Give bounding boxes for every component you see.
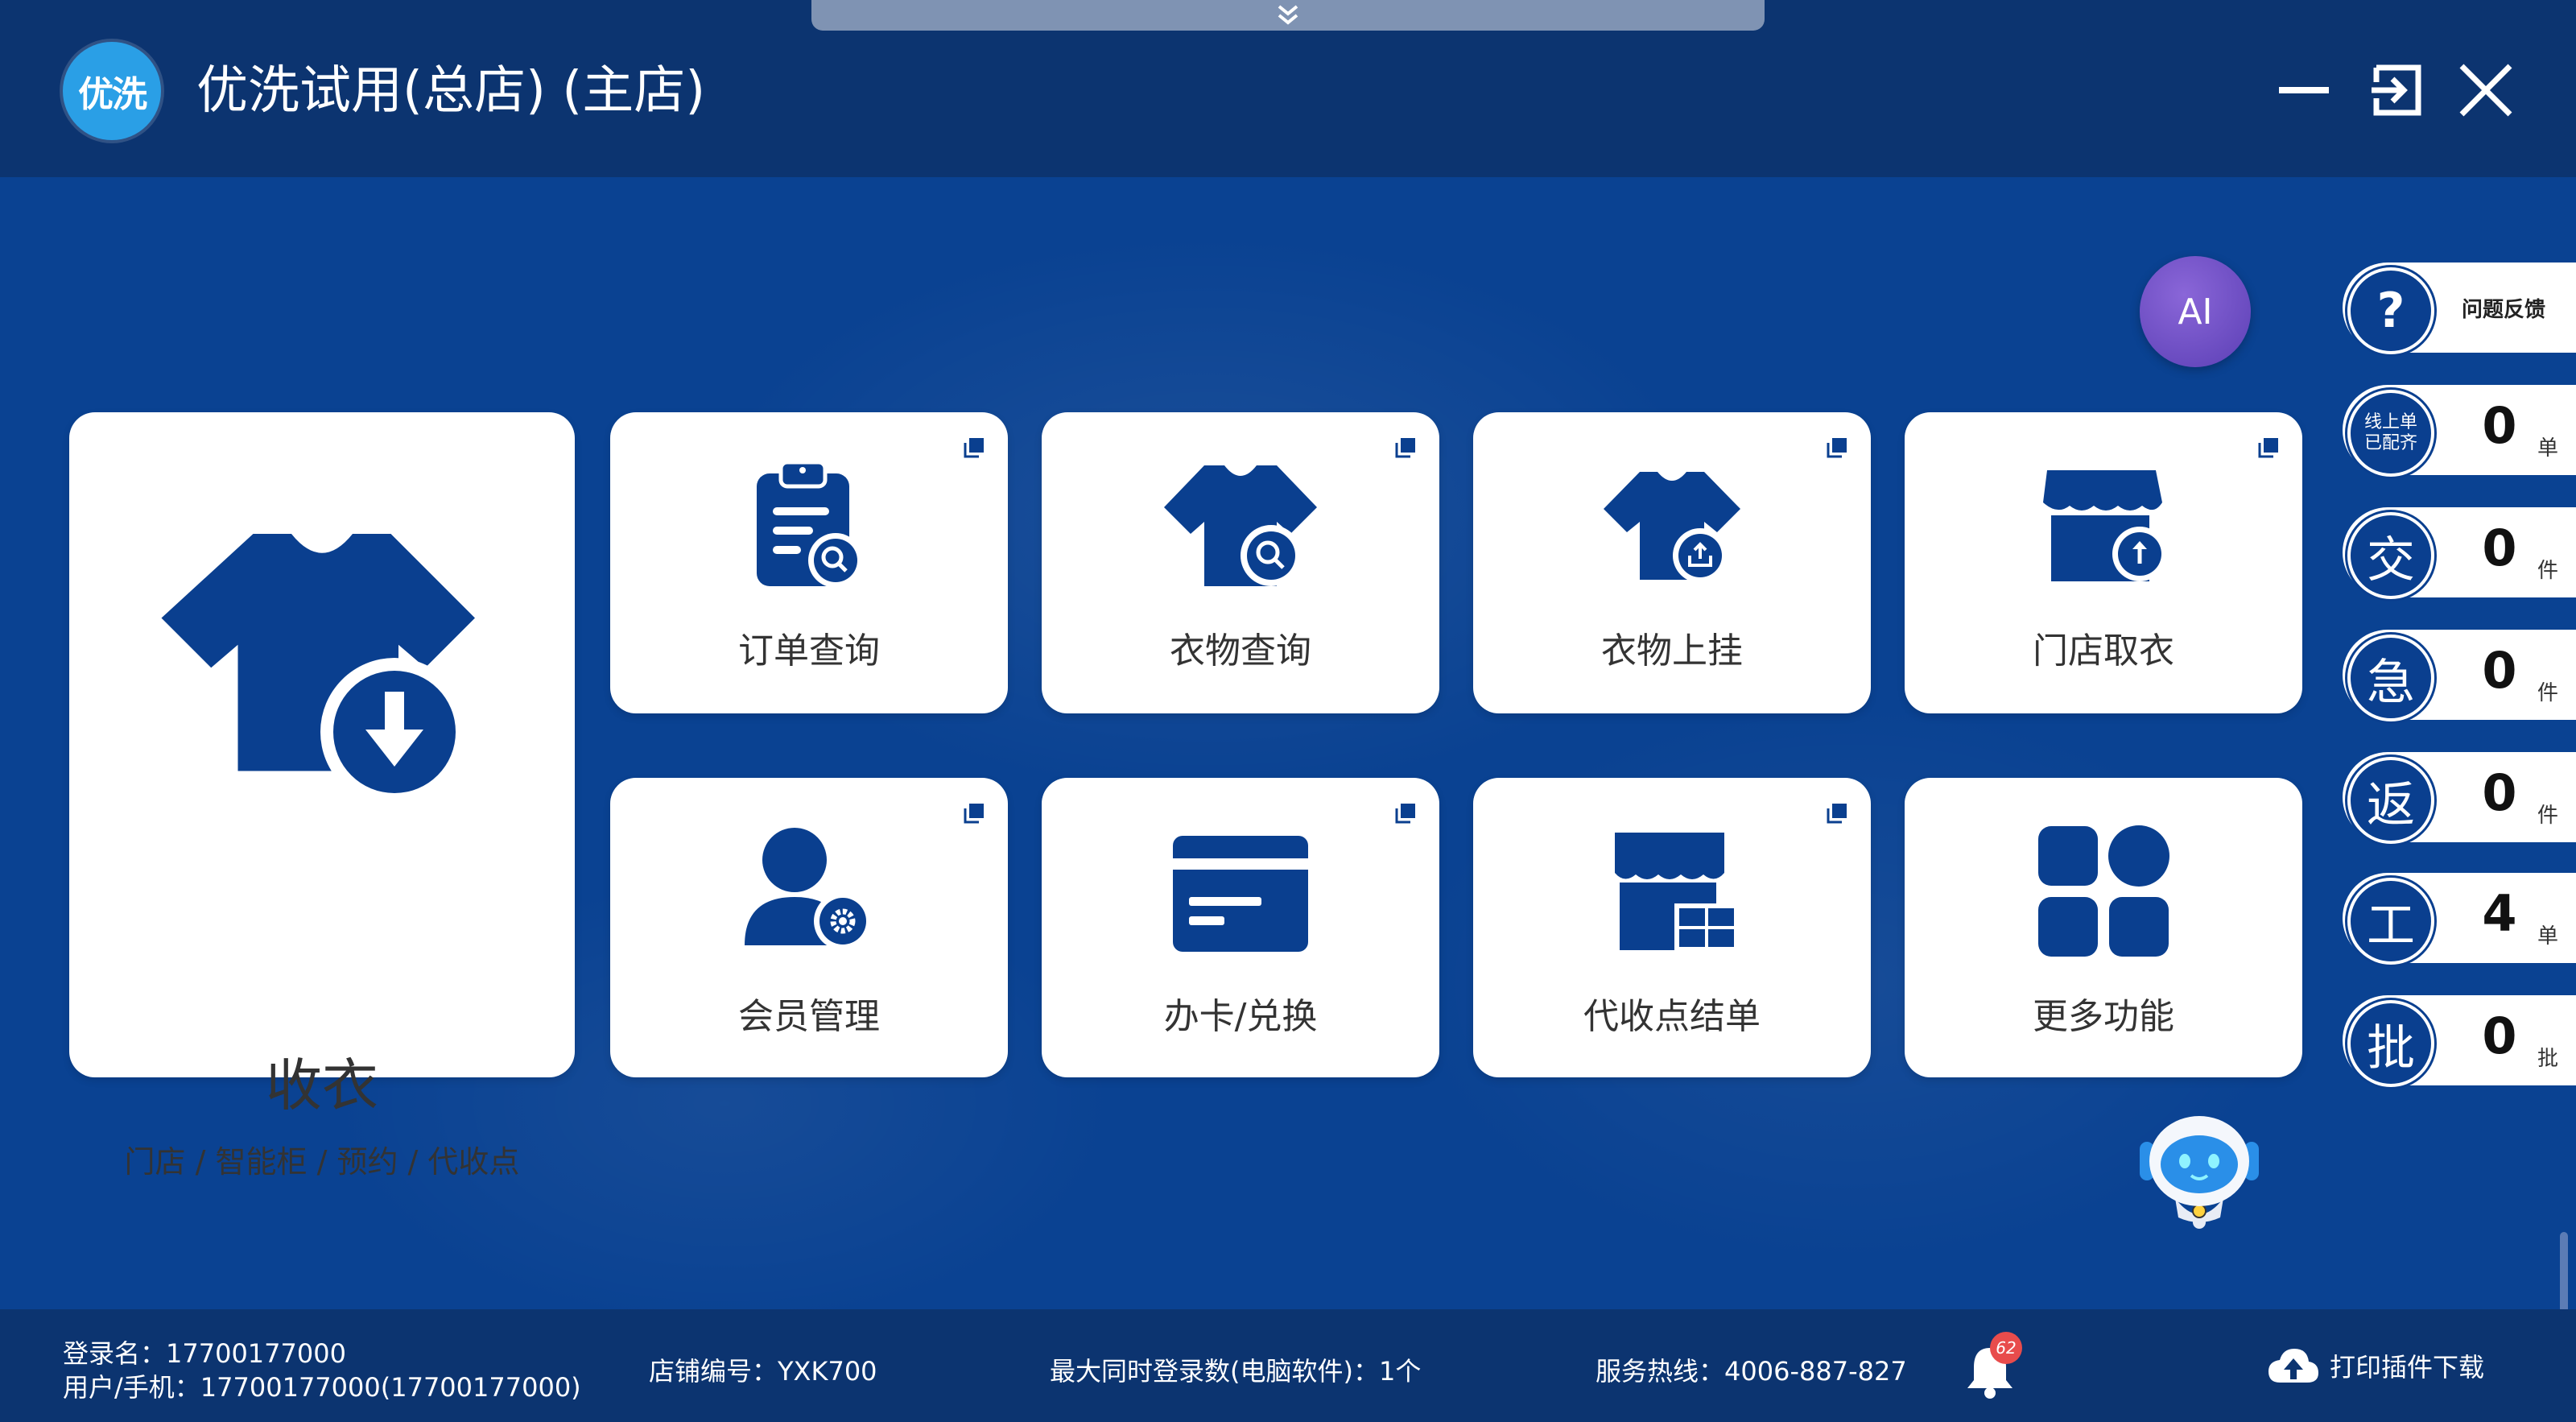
handover-count: 0 [2482,519,2517,577]
side-item-batch[interactable]: 批 0 批 [2343,995,2576,1087]
agent-settlement-label: 代收点结单 [1583,996,1761,1037]
status-bar: 登录名：17700177000 用户/手机：17700177000(177001… [0,1309,2576,1422]
online-orders-line1: 线上单 [2363,412,2417,432]
tshirt-upload-icon [1604,472,1740,583]
online-orders-line2: 已配齐 [2363,433,2417,453]
window-corner-icon [1827,438,1847,458]
urgent-icon: 急 [2347,635,2434,721]
question-icon: ? [2347,267,2434,354]
agent-settlement-card[interactable]: 代收点结单 [1473,778,1871,1077]
plugin-download-button[interactable]: 打印插件下载 [2267,1341,2484,1390]
work-count: 4 [2482,884,2517,943]
user-phone: 用户/手机：17700177000(17700177000) [63,1372,581,1403]
return-unit: 件 [2537,804,2558,828]
clipboard-search-icon [757,460,863,588]
clothes-hang-label: 衣物上挂 [1601,630,1743,672]
tshirt-search-icon [1164,465,1317,586]
window-corner-icon [1827,804,1847,824]
side-item-online-orders[interactable]: 线上单 已配齐 0 单 [2343,385,2576,477]
member-management-label: 会员管理 [738,996,880,1037]
batch-count: 0 [2482,1007,2517,1065]
window-corner-icon [964,438,984,458]
logout-button[interactable] [2365,58,2429,122]
handover-unit: 件 [2537,559,2558,583]
feedback-label: 问题反馈 [2462,298,2546,322]
cloud-upload-icon [2268,1349,2318,1383]
ai-label: AI [2178,291,2213,333]
close-button[interactable] [2454,58,2518,122]
clothes-hang-card[interactable]: 衣物上挂 [1473,412,1871,713]
clothes-query-label: 衣物查询 [1170,630,1311,672]
store-upload-icon [2043,470,2167,581]
window-title: 优洗试用(总店) (主店) [196,61,706,121]
service-hotline: 服务热线：4006-887-827 [1596,1356,1907,1387]
login-name: 登录名：17700177000 [63,1338,346,1369]
card-exchange-card[interactable]: 办卡/兑换 [1042,778,1439,1077]
store-grid-icon [1615,833,1739,952]
urgent-unit: 件 [2537,681,2558,705]
notification-badge: 62 [1990,1332,2022,1364]
receive-clothes-subtitle: 门店 / 智能柜 / 预约 / 代收点 [124,1144,520,1180]
batch-icon: 批 [2347,1000,2434,1087]
collapse-tab[interactable] [811,0,1765,31]
card-icon [1173,836,1308,952]
close-icon [2459,64,2512,117]
receive-clothes-title: 收衣 [266,1052,378,1118]
double-chevron-down-icon [1278,5,1298,25]
title-bar: 优洗 优洗试用(总店) (主店) [0,0,2576,177]
store-pickup-card[interactable]: 门店取衣 [1905,412,2302,713]
side-item-urgent[interactable]: 急 0 件 [2343,630,2576,721]
feedback-button[interactable]: ? 问题反馈 [2343,262,2576,354]
side-item-handover[interactable]: 交 0 件 [2343,507,2576,599]
minimize-icon [2279,87,2329,93]
member-management-card[interactable]: 会员管理 [610,778,1008,1077]
more-functions-card[interactable]: 更多功能 [1905,778,2302,1077]
clothes-query-card[interactable]: 衣物查询 [1042,412,1439,713]
urgent-count: 0 [2482,641,2517,700]
return-count: 0 [2482,763,2517,822]
work-unit: 单 [2537,924,2558,949]
tshirt-download-icon [161,534,475,806]
plugin-download-label: 打印插件下载 [2330,1352,2485,1383]
robot-icon [2140,1116,2259,1229]
return-icon: 返 [2347,757,2434,844]
member-settings-icon [745,828,872,950]
work-icon: 工 [2347,878,2434,965]
order-query-card[interactable]: 订单查询 [610,412,1008,713]
handover-icon: 交 [2347,512,2434,599]
window-corner-icon [964,804,984,824]
side-item-return[interactable]: 返 0 件 [2343,752,2576,844]
receive-clothes-card[interactable]: 收衣 门店 / 智能柜 / 预约 / 代收点 [69,412,575,1180]
online-orders-icon: 线上单 已配齐 [2347,390,2434,477]
window-corner-icon [2258,438,2278,458]
grid-apps-icon [2038,825,2169,957]
logout-icon [2372,64,2421,116]
order-query-label: 订单查询 [738,630,880,672]
store-pickup-label: 门店取衣 [2033,630,2174,672]
more-functions-label: 更多功能 [2033,996,2174,1037]
online-orders-count: 0 [2482,396,2517,455]
minimize-button[interactable] [2272,58,2336,122]
app-logo: 优洗 [63,42,161,140]
window-corner-icon [1395,438,1415,458]
scrollbar[interactable] [2560,1232,2568,1321]
max-logins: 最大同时登录数(电脑软件)：1个 [1050,1356,1422,1387]
notification-button[interactable]: 62 [1964,1332,2029,1399]
side-item-work[interactable]: 工 4 单 [2343,873,2576,965]
robot-assistant[interactable] [2135,1110,2264,1230]
batch-unit: 批 [2537,1047,2558,1071]
shop-code: 店铺编号：YXK700 [649,1356,877,1387]
ai-assistant-button[interactable]: AI [2140,256,2251,367]
window-corner-icon [1395,804,1415,824]
card-exchange-label: 办卡/兑换 [1163,996,1318,1037]
online-orders-unit: 单 [2537,436,2558,461]
